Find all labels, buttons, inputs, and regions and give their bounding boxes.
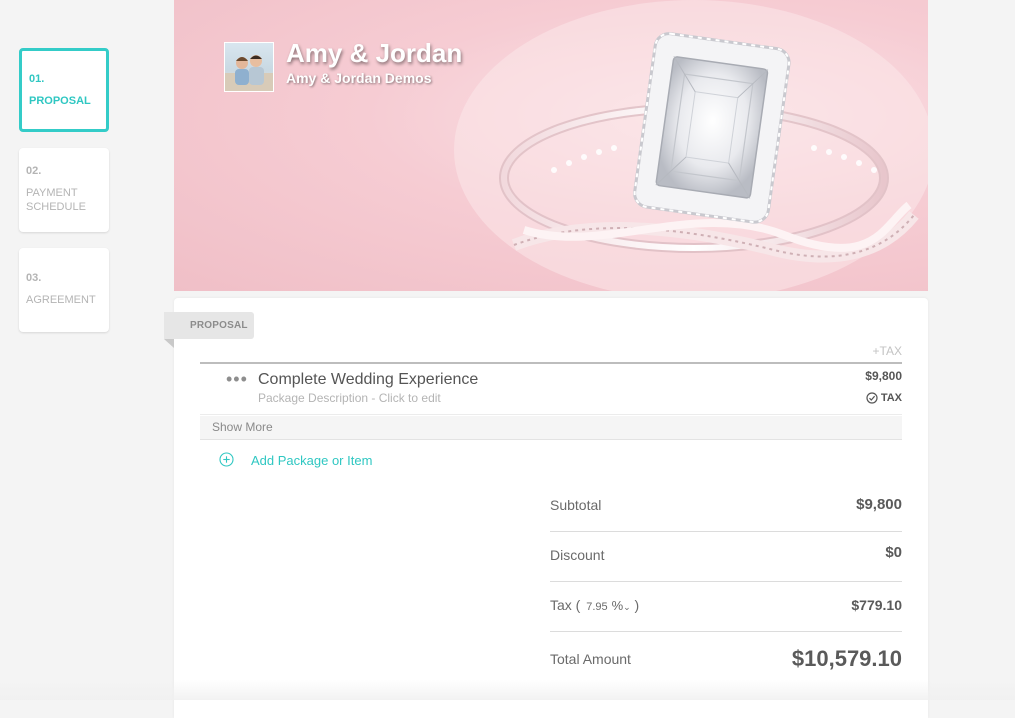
total-amount-value: $10,579.10: [791, 646, 902, 671]
step-label: AGREEMENT: [26, 294, 96, 306]
proposal-tab-ribbon: PROPOSAL: [164, 312, 254, 339]
tax-unit-select[interactable]: %⌄: [612, 598, 631, 613]
client-avatar[interactable]: [224, 42, 274, 92]
subtotal-value: $9,800: [856, 496, 902, 513]
client-name: Amy & Jordan: [286, 38, 463, 68]
totals-divider: [550, 531, 902, 532]
step-number: 01.: [29, 73, 45, 85]
item-tax-toggle[interactable]: TAX: [866, 392, 902, 404]
tax-rate-value[interactable]: 7.95: [586, 601, 607, 613]
couple-photo-icon: [225, 55, 273, 91]
totals-divider: [550, 581, 902, 582]
add-package-button[interactable]: Add Package or Item: [251, 453, 372, 468]
add-circle-icon[interactable]: [219, 452, 234, 467]
discount-label: Discount: [550, 547, 605, 563]
discount-value[interactable]: $0: [885, 544, 902, 561]
item-tax-label: TAX: [880, 392, 902, 404]
item-options-icon[interactable]: •••: [226, 369, 248, 390]
ribbon-fold: [164, 339, 174, 348]
totals-divider: [550, 631, 902, 632]
total-amount-label: Total Amount: [550, 651, 631, 667]
step-number: 03.: [26, 272, 42, 284]
tax-label: Tax: [550, 597, 572, 613]
step-proposal[interactable]: 01. PROPOSAL: [19, 48, 109, 132]
check-circle-icon: [866, 392, 878, 404]
table-header-divider: [200, 362, 902, 364]
chevron-down-icon: ⌄: [623, 602, 631, 612]
step-label: PAYMENT SCHEDULE: [26, 187, 86, 213]
item-title[interactable]: Complete Wedding Experience: [258, 371, 478, 389]
step-agreement[interactable]: 03. AGREEMENT: [19, 248, 109, 332]
tax-unit: %: [611, 598, 624, 613]
step-payment-schedule[interactable]: 02. PAYMENT SCHEDULE: [19, 148, 109, 232]
tax-column-header: +TAX: [872, 344, 902, 358]
tax-value: $779.10: [851, 597, 902, 613]
step-label: PROPOSAL: [29, 95, 91, 107]
item-price[interactable]: $9,800: [865, 369, 902, 383]
client-subtitle: Amy & Jordan Demos: [286, 70, 432, 86]
subtotal-label: Subtotal: [550, 497, 602, 513]
item-description[interactable]: Package Description - Click to edit: [258, 391, 441, 405]
bottom-fade: [0, 680, 1015, 700]
show-more-button[interactable]: Show More: [200, 416, 902, 440]
tax-row: Tax ( 7.95 %⌄ ): [550, 597, 640, 613]
step-number: 02.: [26, 165, 42, 177]
item-divider: [200, 414, 902, 415]
